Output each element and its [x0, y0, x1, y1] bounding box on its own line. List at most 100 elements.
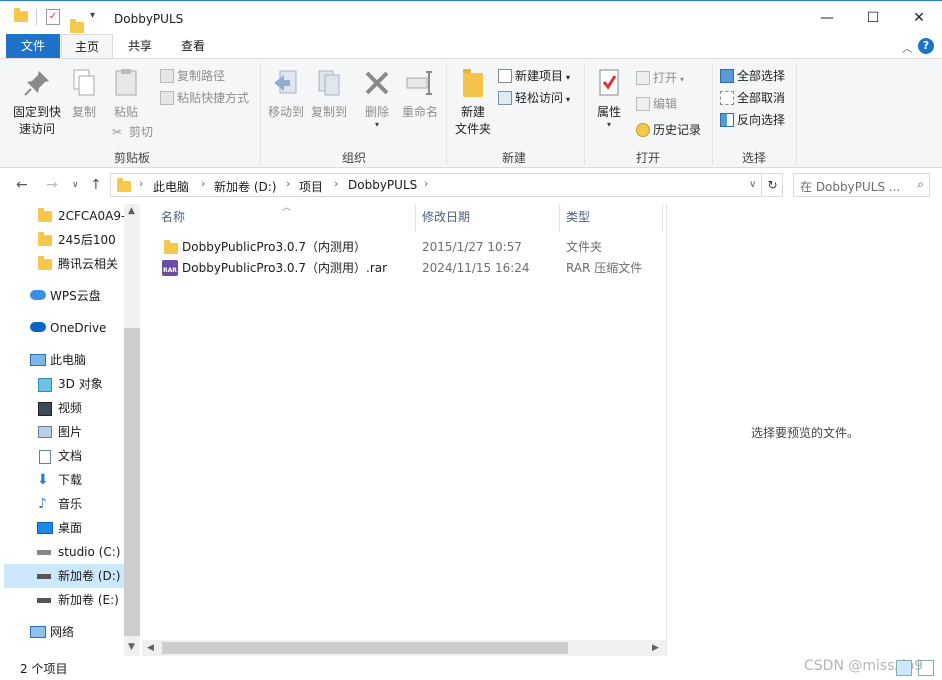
rename-button[interactable]: 重命名	[398, 67, 442, 120]
file-type: RAR 压缩文件	[566, 261, 643, 275]
new-item-button[interactable]: 新建项目 ▾	[498, 67, 570, 85]
search-input[interactable]: 在 DobbyPULS ... ⌕	[793, 173, 930, 197]
paste-shortcut-button[interactable]: 粘贴快捷方式	[160, 89, 249, 107]
history-label: 历史记录	[653, 123, 702, 137]
navigation-pane: 2CFCA0A9- 245后100 腾讯云相关 WPS云盘 OneDrive 此…	[0, 204, 140, 656]
close-button[interactable]: ✕	[896, 1, 942, 35]
sidebar-item-onedrive[interactable]: OneDrive	[0, 316, 124, 340]
breadcrumb-drive-d[interactable]: 新加卷 (D:)	[214, 178, 276, 195]
copy-path-label: 复制路径	[177, 69, 226, 83]
move-to-button[interactable]: 移动到	[265, 67, 307, 120]
tab-file[interactable]: 文件	[6, 34, 60, 58]
column-header-type[interactable]: 类型	[566, 210, 590, 236]
customize-quick-access-icon[interactable]: ▾	[90, 10, 95, 21]
pin-icon	[21, 67, 53, 99]
paste-shortcut-label: 粘贴快捷方式	[177, 91, 250, 105]
sidebar-item-pictures[interactable]: 图片	[0, 420, 124, 444]
search-icon[interactable]: ⌕	[917, 177, 924, 192]
sidebar-item-label: 音乐	[58, 497, 83, 511]
refresh-icon[interactable]: ↻	[763, 173, 783, 197]
sidebar-item-drive-e[interactable]: 新加卷 (E:)	[0, 588, 124, 612]
sidebar-item-tencent[interactable]: 腾讯云相关	[0, 252, 124, 276]
breadcrumb-project[interactable]: 项目	[299, 178, 323, 195]
sidebar-item-wps-cloud[interactable]: WPS云盘	[0, 284, 124, 308]
large-icons-view-icon[interactable]	[918, 660, 934, 676]
back-icon[interactable]: ←	[16, 177, 28, 193]
folder-icon	[38, 256, 52, 270]
address-bar[interactable]: › 此电脑 › 新加卷 (D:) › 项目 › DobbyPULS › ∨	[110, 173, 762, 197]
scroll-right-icon[interactable]: ▶	[652, 643, 659, 653]
maximize-button[interactable]: ☐	[850, 1, 896, 35]
open-label: 打开	[653, 71, 678, 85]
easy-access-icon	[498, 91, 512, 105]
desktop-icon	[37, 522, 53, 534]
select-none-button[interactable]: 全部取消	[720, 89, 785, 107]
sidebar-item-label: 新加卷 (D:)	[58, 569, 121, 583]
column-header-name[interactable]: 名称	[161, 210, 185, 236]
group-separator	[796, 63, 797, 165]
sidebar-item-music[interactable]: ♪ 音乐	[0, 492, 124, 516]
properties-icon	[593, 67, 625, 99]
cut-button[interactable]: ✂ 剪切	[112, 123, 153, 141]
tab-home[interactable]: 主页	[61, 34, 113, 58]
drive-icon	[37, 598, 51, 603]
properties-quick-icon[interactable]: ✓	[46, 9, 60, 25]
copy-path-button[interactable]: 复制路径	[160, 67, 225, 85]
ribbon-collapse-icon[interactable]: ︿	[902, 40, 912, 55]
details-view-icon[interactable]	[896, 660, 912, 676]
open-button[interactable]: 打开 ▾	[636, 69, 684, 87]
select-all-button[interactable]: 全部选择	[720, 67, 785, 85]
item-count: 2 个项目	[20, 662, 68, 676]
horizontal-scrollbar-thumb[interactable]	[162, 642, 568, 654]
edit-button[interactable]: 编辑	[636, 95, 677, 113]
sidebar-item-drive-d[interactable]: 新加卷 (D:)	[4, 564, 124, 588]
sidebar-item-2cfca0a9[interactable]: 2CFCA0A9-	[0, 204, 125, 228]
forward-icon[interactable]: →	[46, 177, 58, 193]
sidebar-scrollbar-thumb[interactable]	[124, 328, 140, 636]
breadcrumb-this-pc[interactable]: 此电脑	[153, 178, 189, 195]
sidebar-item-3d-objects[interactable]: 3D 对象	[0, 372, 124, 396]
table-row[interactable]: RAR DobbyPublicPro3.0.7（内测用）.rar 2024/11…	[142, 258, 666, 279]
up-icon[interactable]: ↑	[90, 177, 102, 193]
column-header-date[interactable]: 修改日期	[422, 210, 470, 236]
copy-button[interactable]: 复制	[66, 67, 102, 120]
scroll-left-icon[interactable]: ◀	[147, 643, 154, 653]
scroll-up-icon[interactable]: ▲	[128, 206, 135, 216]
easy-access-button[interactable]: 轻松访问 ▾	[498, 89, 570, 107]
properties-button[interactable]: 属性 ▾	[590, 67, 628, 129]
sidebar-item-this-pc[interactable]: 此电脑	[0, 348, 124, 372]
group-label-clipboard: 剪贴板	[113, 151, 150, 165]
new-folder-button[interactable]: 新建 文件夹	[452, 67, 494, 137]
new-folder-quick-icon[interactable]	[70, 19, 84, 33]
sidebar-item-documents[interactable]: 文档	[0, 444, 124, 468]
tab-view[interactable]: 查看	[167, 34, 219, 58]
file-date: 2015/1/27 10:57	[422, 240, 522, 254]
sidebar-item-videos[interactable]: 视频	[0, 396, 124, 420]
paste-icon	[110, 67, 142, 99]
sidebar-item-desktop[interactable]: 桌面	[0, 516, 124, 540]
computer-icon	[30, 354, 46, 366]
tab-share[interactable]: 共享	[114, 34, 166, 58]
sidebar-item-network[interactable]: 网络	[0, 620, 124, 644]
move-to-icon	[270, 67, 302, 99]
invert-selection-button[interactable]: 反向选择	[720, 111, 785, 129]
help-icon[interactable]: ?	[918, 38, 934, 54]
sidebar-item-245[interactable]: 245后100	[0, 228, 124, 252]
column-divider[interactable]	[415, 204, 416, 232]
table-row[interactable]: DobbyPublicPro3.0.7（内测用） 2015/1/27 10:57…	[142, 237, 666, 258]
sidebar-item-drive-c[interactable]: studio (C:)	[0, 540, 124, 564]
column-divider[interactable]	[559, 204, 560, 232]
address-dropdown-icon[interactable]: ∨	[749, 179, 756, 190]
minimize-button[interactable]: —	[804, 1, 850, 35]
pin-quick-access-button[interactable]: 固定到快 速访问	[8, 67, 66, 137]
recent-locations-icon[interactable]: ∨	[72, 180, 79, 190]
breadcrumb-dobbypuls[interactable]: DobbyPULS	[348, 178, 417, 192]
column-divider[interactable]	[662, 204, 663, 232]
paste-button[interactable]: 粘贴	[106, 67, 146, 120]
copy-to-button[interactable]: 复制到	[308, 67, 350, 120]
history-button[interactable]: 历史记录	[636, 121, 701, 139]
folder-icon	[38, 208, 52, 222]
delete-button[interactable]: 删除 ▾	[360, 67, 394, 129]
scroll-down-icon[interactable]: ▼	[128, 642, 135, 652]
sidebar-item-downloads[interactable]: ⬇ 下载	[0, 468, 124, 492]
